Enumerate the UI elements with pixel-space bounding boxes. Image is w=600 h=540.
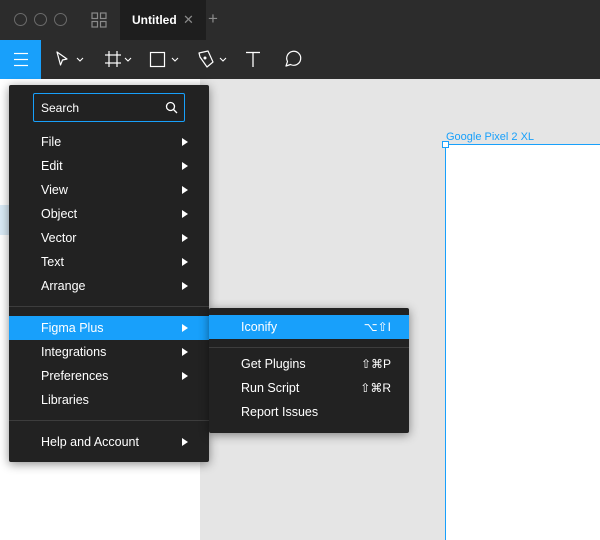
- chevron-right-icon: [182, 138, 188, 146]
- search-placeholder: Search: [41, 101, 80, 115]
- pen-tool-icon: [198, 50, 227, 68]
- menu-item-vector[interactable]: Vector: [9, 226, 209, 250]
- menu-item-file[interactable]: File: [9, 130, 209, 154]
- main-menu: Search File Edit View Object Vector Text…: [9, 85, 209, 462]
- menu-divider: [209, 347, 409, 348]
- chevron-right-icon: [182, 372, 188, 380]
- frame-tool-icon: [105, 51, 132, 67]
- submenu-item-get-plugins[interactable]: Get Plugins ⇧⌘P: [209, 352, 409, 376]
- move-tool-button[interactable]: [48, 40, 88, 79]
- comment-tool-button[interactable]: [280, 40, 306, 79]
- selected-layer-row[interactable]: [0, 205, 9, 235]
- tab-title: Untitled: [132, 13, 177, 27]
- menu-item-view[interactable]: View: [9, 178, 209, 202]
- search-icon: [165, 101, 178, 114]
- chevron-right-icon: [182, 282, 188, 290]
- title-bar: Untitled ✕ +: [0, 0, 600, 40]
- menu-search-input[interactable]: Search: [33, 93, 185, 122]
- menu-item-help-and-account[interactable]: Help and Account: [9, 430, 209, 454]
- frame-tool-button[interactable]: [100, 40, 140, 79]
- close-window-button[interactable]: [14, 13, 27, 26]
- text-tool-button[interactable]: [240, 40, 266, 79]
- chevron-right-icon: [182, 438, 188, 446]
- menu-divider: [9, 306, 209, 307]
- chevron-right-icon: [182, 162, 188, 170]
- chevron-right-icon: [182, 210, 188, 218]
- menu-item-edit[interactable]: Edit: [9, 154, 209, 178]
- close-tab-icon[interactable]: ✕: [183, 12, 194, 28]
- chevron-right-icon: [182, 258, 188, 266]
- menu-item-object[interactable]: Object: [9, 202, 209, 226]
- chevron-right-icon: [182, 234, 188, 242]
- hamburger-menu-icon: [14, 52, 28, 67]
- toolbar: [0, 40, 600, 79]
- rectangle-tool-icon: [149, 51, 179, 68]
- comment-tool-icon: [285, 50, 302, 67]
- menu-item-arrange[interactable]: Arrange: [9, 274, 209, 298]
- new-tab-icon[interactable]: +: [208, 9, 218, 29]
- chevron-right-icon: [182, 348, 188, 356]
- submenu-item-run-script[interactable]: Run Script ⇧⌘R: [209, 376, 409, 400]
- shortcut-label: ⇧⌘R: [360, 381, 391, 395]
- submenu-item-iconify[interactable]: Iconify ⌥⇧I: [209, 315, 409, 339]
- tab-untitled[interactable]: Untitled ✕: [120, 0, 206, 40]
- shortcut-label: ⇧⌘P: [360, 357, 391, 371]
- device-frame[interactable]: [445, 144, 600, 540]
- menu-item-text[interactable]: Text: [9, 250, 209, 274]
- minimize-window-button[interactable]: [34, 13, 47, 26]
- menu-divider: [9, 420, 209, 421]
- frame-resize-handle[interactable]: [442, 141, 449, 148]
- shortcut-label: ⌥⇧I: [363, 320, 391, 334]
- main-menu-button[interactable]: [0, 40, 41, 79]
- pen-tool-button[interactable]: [195, 40, 235, 79]
- menu-item-preferences[interactable]: Preferences: [9, 364, 209, 388]
- move-tool-icon: [56, 51, 84, 66]
- frame-label[interactable]: Google Pixel 2 XL: [446, 131, 534, 143]
- file-browser-icon[interactable]: [91, 12, 107, 28]
- chevron-right-icon: [182, 186, 188, 194]
- menu-item-figma-plus[interactable]: Figma Plus: [9, 316, 209, 340]
- submenu-item-report-issues[interactable]: Report Issues: [209, 400, 409, 424]
- figma-plus-submenu: Iconify ⌥⇧I Get Plugins ⇧⌘P Run Script ⇧…: [209, 308, 409, 433]
- menu-item-integrations[interactable]: Integrations: [9, 340, 209, 364]
- rectangle-tool-button[interactable]: [146, 40, 186, 79]
- zoom-window-button[interactable]: [54, 13, 67, 26]
- menu-item-libraries[interactable]: Libraries: [9, 388, 209, 412]
- text-tool-icon: [246, 51, 260, 67]
- chevron-right-icon: [182, 324, 188, 332]
